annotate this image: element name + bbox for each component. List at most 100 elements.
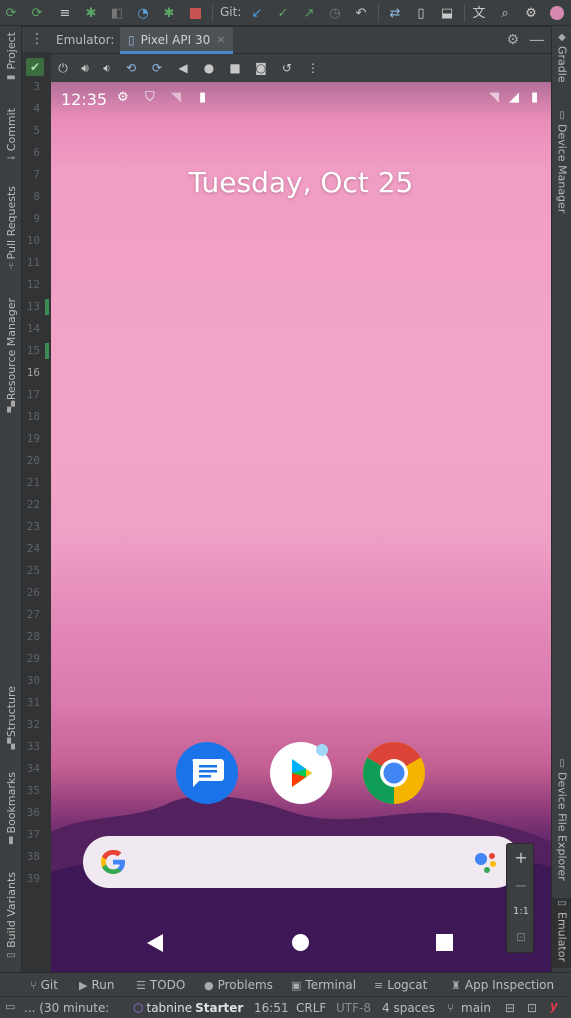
line-number[interactable]: 15: [27, 344, 40, 357]
snapshot-icon[interactable]: ↺: [279, 60, 295, 76]
line-number[interactable]: 4: [33, 102, 40, 115]
line-number[interactable]: 7: [33, 168, 40, 181]
layout-toggle-icon[interactable]: ▭: [5, 1000, 15, 1013]
stop-icon[interactable]: [186, 4, 204, 22]
account-avatar-icon[interactable]: [548, 4, 566, 22]
line-number[interactable]: 19: [27, 432, 40, 445]
line-number[interactable]: 3: [33, 80, 40, 93]
device-screen[interactable]: 12:35 ⚙ ⛉ ◥ ▮ ◥ ◢ ▮ Tuesday, Oct 25: [51, 82, 551, 972]
line-separator[interactable]: CRLF: [296, 1001, 326, 1015]
file-encoding[interactable]: UTF-8: [336, 1001, 371, 1015]
line-number[interactable]: 10: [27, 234, 40, 247]
line-number[interactable]: 35: [27, 784, 40, 797]
volume-down-icon[interactable]: 🔉︎: [99, 60, 115, 76]
update-arrow-icon[interactable]: ↙: [248, 4, 266, 22]
push-arrow-icon[interactable]: ↗: [300, 4, 318, 22]
history-list-icon[interactable]: ≡: [56, 4, 74, 22]
tool-git[interactable]: ⑂ Git: [30, 978, 58, 992]
line-number[interactable]: 13: [27, 300, 40, 313]
tab-gradle[interactable]: ◆ Gradle: [552, 32, 571, 83]
device-manager-icon[interactable]: ▯: [412, 4, 430, 22]
line-number[interactable]: 26: [27, 586, 40, 599]
commit-check-icon[interactable]: ✓: [274, 4, 292, 22]
line-number[interactable]: 21: [27, 476, 40, 489]
line-number[interactable]: 28: [27, 630, 40, 643]
change-marker[interactable]: [45, 343, 49, 359]
translate-icon[interactable]: 文: [470, 4, 488, 22]
line-number[interactable]: 6: [33, 146, 40, 159]
line-number[interactable]: 9: [33, 212, 40, 225]
tool-run[interactable]: ▶ Run: [79, 978, 114, 992]
change-marker[interactable]: [45, 299, 49, 315]
home-icon[interactable]: ●: [201, 60, 217, 76]
play-store-app-icon[interactable]: [270, 742, 332, 804]
nav-home-icon[interactable]: [292, 934, 309, 951]
notifications-icon[interactable]: ⊡: [527, 1001, 537, 1015]
rotate-right-icon[interactable]: ⟳: [149, 60, 165, 76]
tab-emulator[interactable]: ▭ Emulator: [552, 898, 571, 968]
inspection-ok-icon[interactable]: ✔: [26, 58, 44, 76]
power-icon[interactable]: ⏻: [55, 60, 71, 76]
tool-terminal[interactable]: ▣ Terminal: [291, 978, 356, 992]
tab-build-variants[interactable]: Build Variants ▭: [0, 872, 22, 961]
device-sync-icon[interactable]: ⇄: [386, 4, 404, 22]
search-icon[interactable]: ⌕: [496, 4, 514, 22]
line-number[interactable]: 27: [27, 608, 40, 621]
tool-todo[interactable]: ☰ TODO: [136, 978, 185, 992]
tab-pixel-api-30[interactable]: ▯ Pixel API 30 ×: [120, 27, 234, 54]
line-number[interactable]: 29: [27, 652, 40, 665]
plugin-y-icon[interactable]: y: [550, 999, 558, 1013]
history-clock-icon[interactable]: ◷: [326, 4, 344, 22]
tab-structure[interactable]: Structure ▚: [0, 686, 22, 750]
line-number[interactable]: 30: [27, 674, 40, 687]
update-project-icon[interactable]: ⟳: [2, 4, 20, 22]
profiler-icon[interactable]: ◔: [134, 4, 152, 22]
zoom-out-button[interactable]: −: [507, 876, 535, 895]
line-number[interactable]: 25: [27, 564, 40, 577]
assistant-icon[interactable]: [473, 847, 503, 877]
line-number[interactable]: 33: [27, 740, 40, 753]
line-number[interactable]: 24: [27, 542, 40, 555]
line-number[interactable]: 11: [27, 256, 40, 269]
emulator-settings-gear-icon[interactable]: ⚙: [506, 32, 519, 48]
line-number[interactable]: 20: [27, 454, 40, 467]
nav-recents-icon[interactable]: [436, 934, 453, 951]
fit-screen-icon[interactable]: ⊡: [507, 930, 535, 944]
line-number[interactable]: 31: [27, 696, 40, 709]
more-options-icon[interactable]: ⋮: [30, 31, 44, 47]
line-number[interactable]: 14: [27, 322, 40, 335]
tab-project[interactable]: Project ▬: [0, 32, 22, 83]
tab-resource-manager[interactable]: Resource Manager ▞: [0, 298, 22, 413]
tab-pull-requests[interactable]: Pull Requests ⑂: [0, 186, 22, 272]
tab-commit[interactable]: Commit ⊸: [0, 108, 22, 164]
rollback-icon[interactable]: ↶: [352, 4, 370, 22]
line-number[interactable]: 32: [27, 718, 40, 731]
nav-back-icon[interactable]: [146, 933, 164, 953]
screenshot-camera-icon[interactable]: ◙: [253, 60, 269, 76]
cursor-position[interactable]: 16:51: [254, 1001, 289, 1015]
attach-debugger-icon[interactable]: ✱: [160, 4, 178, 22]
actual-size-button[interactable]: 1:1: [507, 906, 535, 917]
zoom-in-button[interactable]: +: [507, 848, 535, 867]
tab-device-manager[interactable]: ▯ Device Manager: [552, 110, 571, 213]
line-number[interactable]: 5: [33, 124, 40, 137]
tool-problems[interactable]: ● Problems: [204, 978, 273, 992]
tab-bookmarks[interactable]: Bookmarks ▮: [0, 772, 22, 846]
commit-icon[interactable]: ⟳: [28, 4, 46, 22]
rotate-left-icon[interactable]: ⟲: [123, 60, 139, 76]
chrome-app-icon[interactable]: [363, 742, 425, 804]
line-number[interactable]: 39: [27, 872, 40, 885]
android-icon[interactable]: ◧: [108, 4, 126, 22]
debug-bug-icon[interactable]: ✱: [82, 4, 100, 22]
line-number[interactable]: 36: [27, 806, 40, 819]
tool-app-inspection[interactable]: ♜ App Inspection: [451, 978, 554, 992]
git-branch[interactable]: main: [461, 1001, 491, 1015]
line-number[interactable]: 34: [27, 762, 40, 775]
line-number[interactable]: 18: [27, 410, 40, 423]
indent-setting[interactable]: 4 spaces: [382, 1001, 435, 1015]
line-number[interactable]: 22: [27, 498, 40, 511]
line-number[interactable]: 12: [27, 278, 40, 291]
messages-app-icon[interactable]: [176, 742, 238, 804]
google-search-bar[interactable]: [83, 836, 521, 888]
line-number[interactable]: 8: [33, 190, 40, 203]
